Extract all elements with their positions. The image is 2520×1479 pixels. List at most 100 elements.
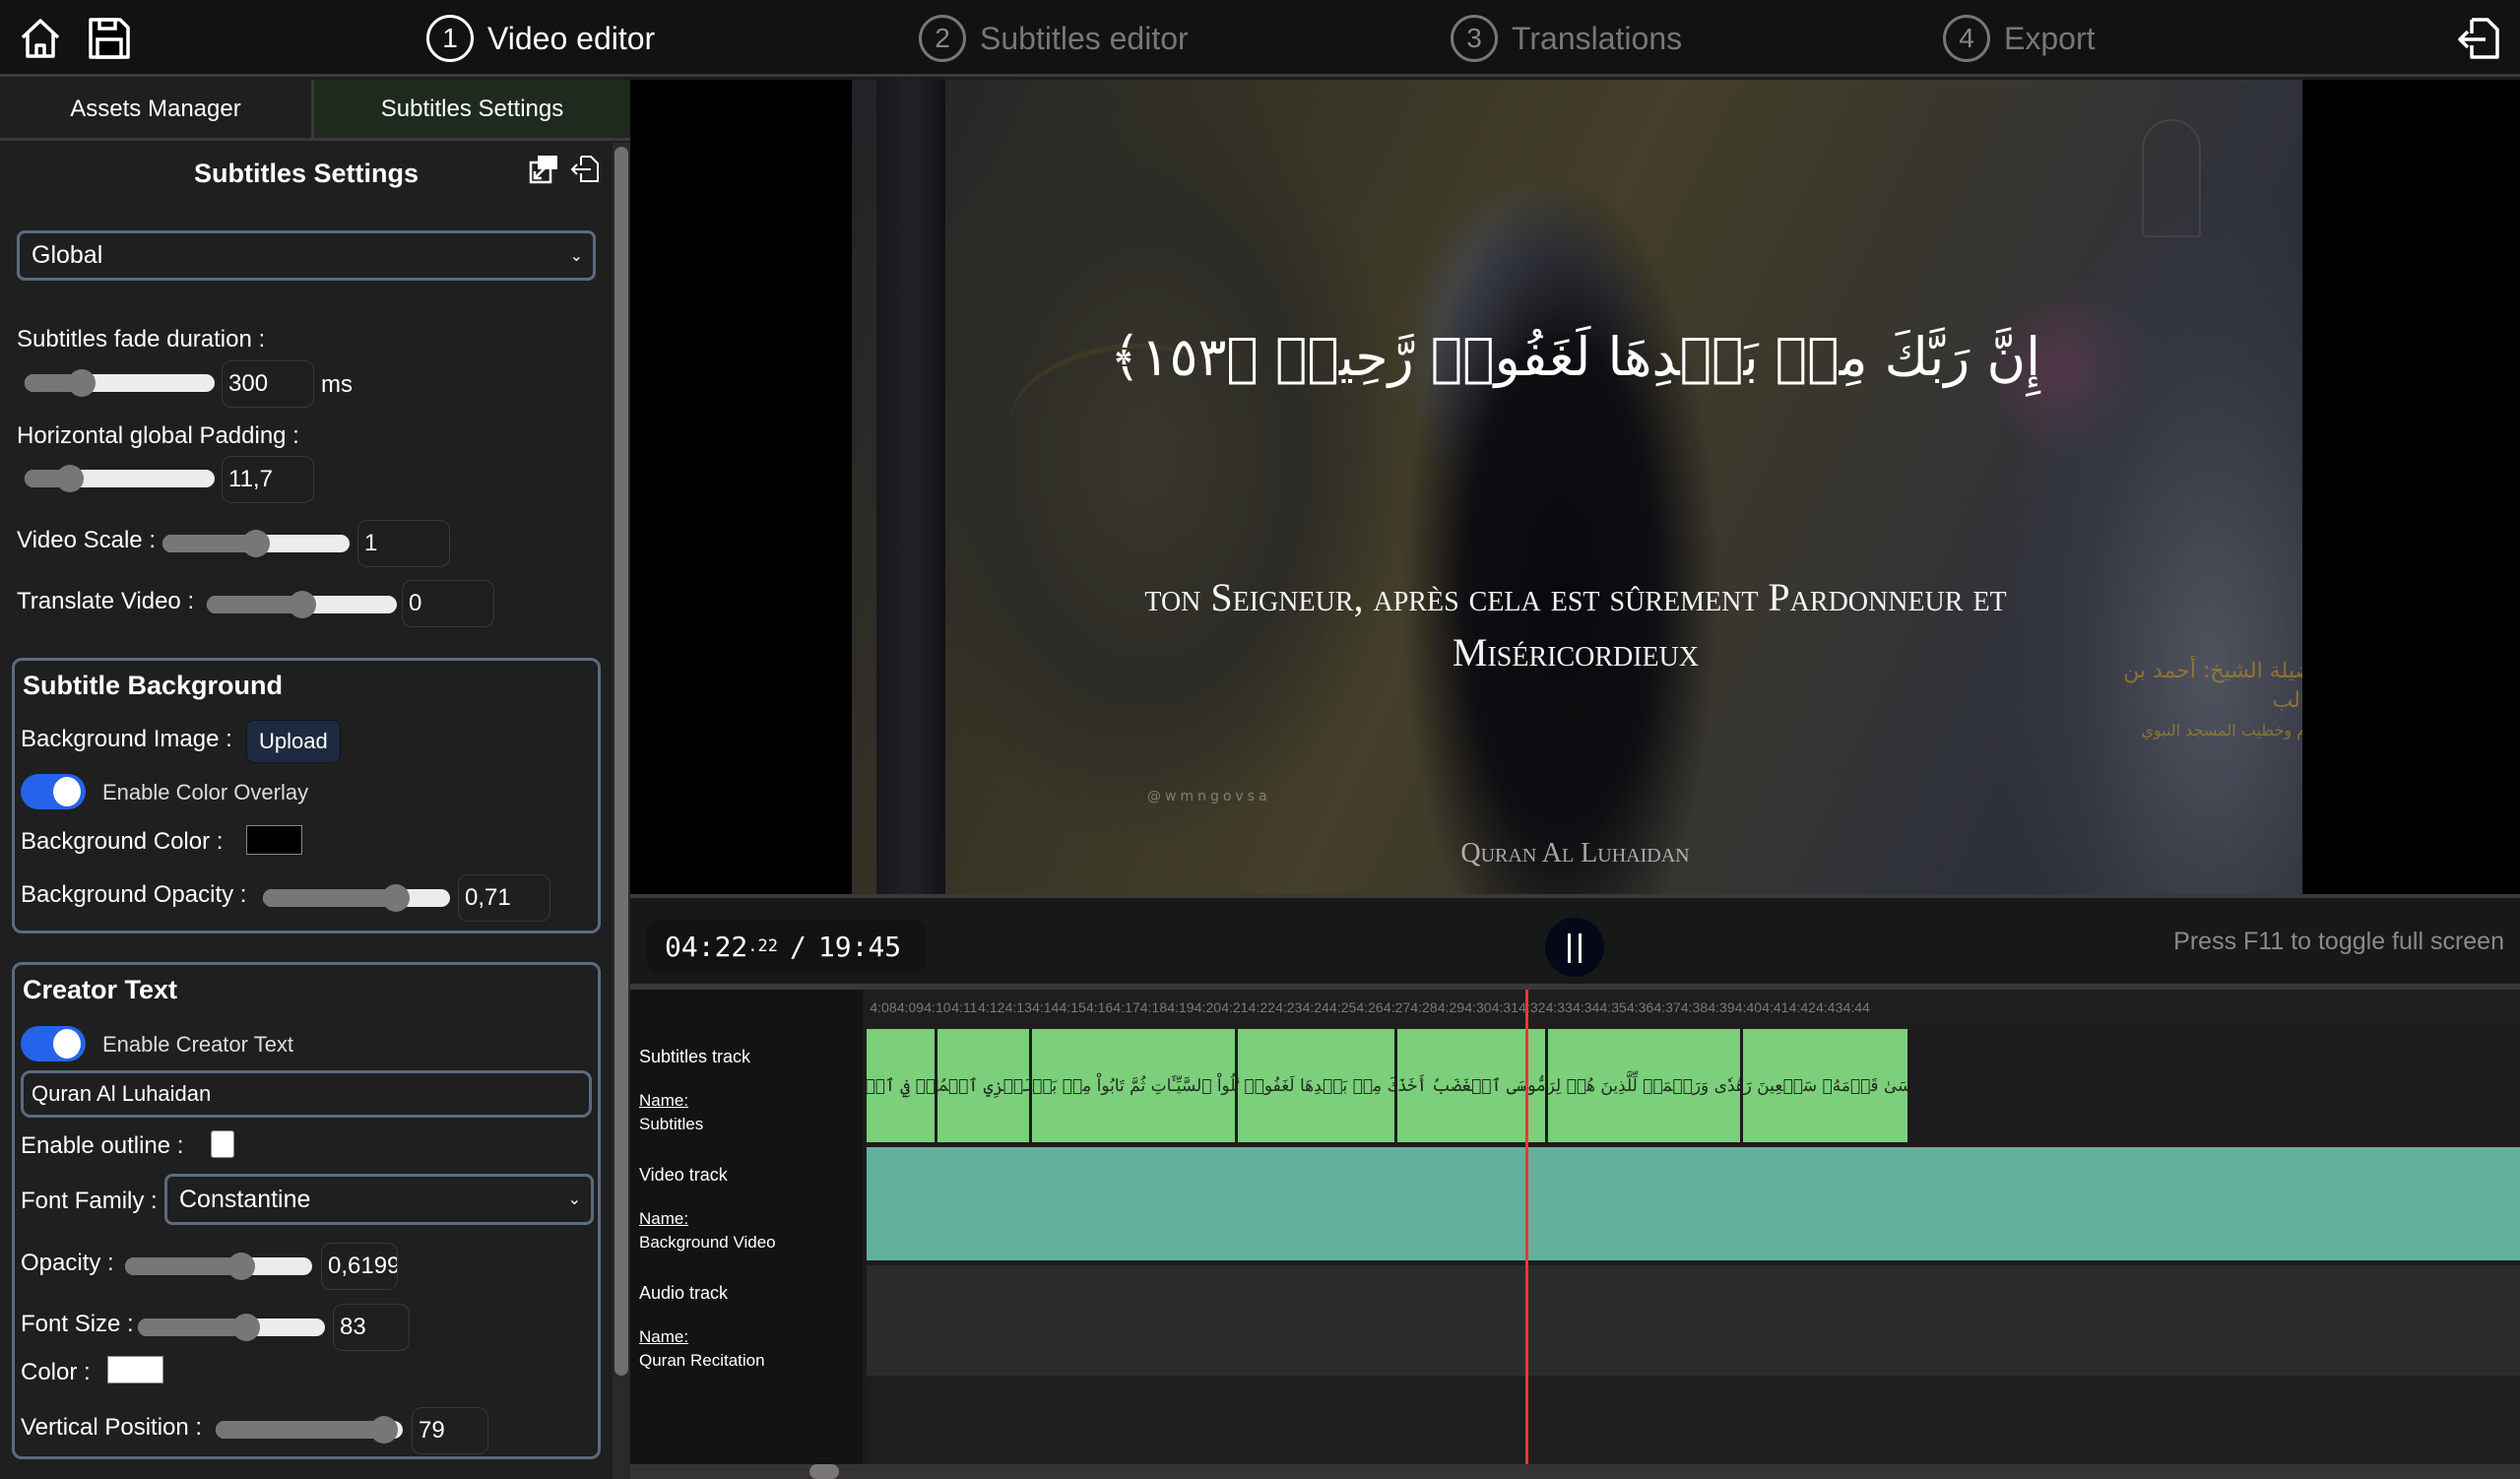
upload-button[interactable]: Upload (246, 720, 341, 763)
timeline-scrollbar-thumb[interactable] (809, 1464, 839, 1479)
step-translations[interactable]: 3 Translations (1451, 14, 1682, 63)
fade-unit: ms (321, 371, 353, 398)
step-subtitles-editor[interactable]: 2 Subtitles editor (919, 14, 1189, 63)
step-label: Subtitles editor (980, 20, 1189, 56)
background-image-label: Background Image : (21, 726, 232, 752)
subtitle-clip[interactable]: وَفِي نُسۡخَتِهَا هُدٗى وَرَحۡمَةٞ لِّلَ… (1548, 1029, 1743, 1142)
color-overlay-toggle[interactable] (21, 774, 86, 809)
fullscreen-hint: Press F11 to toggle full screen (2173, 928, 2504, 955)
import-settings-icon[interactable] (569, 154, 601, 185)
exit-icon[interactable] (2456, 16, 2501, 61)
creator-text-group: Creator Text Enable Creator Text Quran A… (12, 962, 601, 1459)
padding-label: Horizontal global Padding : (17, 422, 299, 449)
subtitle-clip[interactable]: وَٱلَّذِينَ عَمِلُواْ ٱلسَّيِّـَٔاتِ ثُم… (1031, 1029, 1238, 1142)
subtitles-lane[interactable]: وَذِلَّةٞ فِي ٱلۡحَيَوٰةِوَكَذَٰلِكَ نَج… (867, 1029, 2520, 1142)
track-label-audio[interactable]: Audio track Name: Quran Recitation (630, 1265, 863, 1374)
subtitle-clip-text: وَٱخۡتَارَ مُوسَىٰ قَوۡمَهُۥ سَبۡعِينَ ر… (1743, 1075, 1911, 1096)
ruler-tick: 4:21 (1221, 999, 1249, 1015)
export-settings-icon[interactable] (528, 154, 559, 185)
creator-opacity-slider[interactable] (125, 1253, 312, 1280)
creator-text-toggle[interactable] (21, 1026, 86, 1061)
color-overlay (852, 80, 2302, 894)
ruler-tick: 4:37 (1653, 999, 1681, 1015)
ruler-tick: 4:31 (1491, 999, 1518, 1015)
step-export[interactable]: 4 Export (1943, 14, 2095, 63)
track-label-video[interactable]: Video track Name: Background Video (630, 1147, 863, 1260)
video-scale-slider[interactable] (162, 530, 350, 557)
subtitle-clip[interactable]: وَذِلَّةٞ فِي ٱلۡحَيَوٰةِ (867, 1029, 937, 1142)
vertical-position-input[interactable]: 79 (412, 1407, 488, 1454)
select-value: Constantine (179, 1185, 311, 1213)
track-type: Video track (639, 1165, 728, 1185)
ruler-tick: 4:40 (1734, 999, 1763, 1015)
audio-lane[interactable] (867, 1265, 2520, 1376)
settings-panel: Assets Manager Subtitles Settings Subtit… (0, 80, 630, 1479)
ruler-tick: 4:25 (1329, 999, 1357, 1015)
subtitle-clip[interactable]: وَكَذَٰلِكَ نَجۡزِي ٱلۡمُفۡتَرِينَ (937, 1029, 1032, 1142)
tab-subtitles-settings[interactable]: Subtitles Settings (314, 80, 630, 138)
ruler-tick: 4:30 (1464, 999, 1492, 1015)
step-number: 1 (426, 15, 474, 62)
track-name: Background Video (639, 1233, 776, 1252)
padding-input[interactable]: 11,7 (222, 456, 314, 503)
outline-checkbox[interactable] (211, 1130, 234, 1158)
background-opacity-slider[interactable] (263, 884, 450, 912)
ruler-tick: 4:27 (1383, 999, 1411, 1015)
track-type: Audio track (639, 1283, 729, 1303)
translate-video-label: Translate Video : (17, 588, 195, 614)
ruler-tick: 4:41 (1762, 999, 1789, 1015)
track-label-subtitles[interactable]: Subtitles track Name: Subtitles (630, 1029, 863, 1142)
opacity-label: Opacity : (21, 1250, 114, 1276)
creator-text-overlay: Quran Al Luhaidan (1460, 838, 1690, 868)
font-size-input[interactable]: 83 (333, 1304, 410, 1351)
ruler-tick: 4:28 (1410, 999, 1438, 1015)
creator-text-input[interactable]: Quran Al Luhaidan (21, 1070, 592, 1118)
track-name-label: Name: (639, 1209, 689, 1228)
fade-duration-slider[interactable] (25, 369, 215, 397)
translate-video-input[interactable]: 0 (402, 580, 494, 627)
step-label: Video editor (487, 20, 656, 56)
step-video-editor[interactable]: 1 Video editor (426, 14, 655, 63)
color-overlay-label: Enable Color Overlay (102, 780, 309, 804)
video-clip[interactable] (867, 1147, 2520, 1260)
font-family-label: Font Family : (21, 1188, 158, 1214)
padding-slider[interactable] (25, 465, 215, 492)
background-color-swatch[interactable] (246, 825, 302, 855)
track-name-label: Name: (639, 1091, 689, 1110)
video-lane[interactable] (867, 1147, 2520, 1260)
ruler-tick: 4:44 (1842, 999, 1870, 1015)
font-size-slider[interactable] (138, 1314, 325, 1341)
ruler-tick: 4:38 (1680, 999, 1709, 1015)
subtitle-clip[interactable]: إِنَّ رَبَّكَ مِنۢ بَعۡدِهَا لَغَفُورٞ ر… (1237, 1029, 1397, 1142)
group-title: Subtitle Background (23, 671, 284, 700)
current-time-ms: .22 (747, 936, 779, 956)
subtitle-clip[interactable]: وَٱخۡتَارَ مُوسَىٰ قَوۡمَهُۥ سَبۡعِينَ ر… (1742, 1029, 1911, 1142)
subtitle-clip-text: وَذِلَّةٞ فِي ٱلۡحَيَوٰةِ (867, 1076, 936, 1096)
video-preview[interactable]: @wmngovsa فضيلة الشيخ: أحمد بن طالب إمام… (630, 80, 2520, 894)
social-watermark: @wmngovsa (1147, 789, 1271, 804)
save-icon[interactable] (87, 16, 132, 61)
ruler-tick: 4:35 (1599, 999, 1627, 1015)
font-family-select[interactable]: Constantine ⌄ (164, 1174, 594, 1225)
background-opacity-input[interactable]: 0,71 (458, 874, 550, 922)
pause-button[interactable] (1545, 918, 1604, 977)
home-icon[interactable] (18, 16, 63, 61)
time-ruler[interactable]: 4:08 4:09 4:10 4:11 4:12 4:13 4:14 4:15 4:16 4:17… (865, 990, 2520, 1029)
subtitle-scope-select[interactable]: Global ⌄ (17, 230, 596, 281)
panel-scrollbar[interactable] (613, 143, 630, 1479)
scrollbar-thumb[interactable] (614, 147, 628, 1376)
creator-opacity-input[interactable]: 0,6199 (321, 1243, 398, 1290)
tab-assets-manager[interactable]: Assets Manager (0, 80, 314, 138)
ruler-tick: 4:29 (1437, 999, 1465, 1015)
subtitle-clip-text: وَكَذَٰلِكَ نَجۡزِي ٱلۡمُفۡتَرِينَ (937, 1076, 1032, 1096)
video-frame: @wmngovsa فضيلة الشيخ: أحمد بن طالب إمام… (852, 80, 2302, 894)
creator-color-swatch[interactable] (107, 1356, 163, 1383)
video-scale-input[interactable]: 1 (357, 520, 450, 567)
step-label: Translations (1512, 20, 1683, 56)
fade-duration-input[interactable]: 300 (222, 360, 314, 408)
ruler-tick: 4:19 (1167, 999, 1195, 1015)
playhead[interactable] (1525, 990, 1528, 1464)
timeline-scrollbar[interactable] (630, 1464, 2520, 1479)
translate-video-slider[interactable] (207, 591, 397, 618)
vertical-position-slider[interactable] (216, 1416, 403, 1444)
